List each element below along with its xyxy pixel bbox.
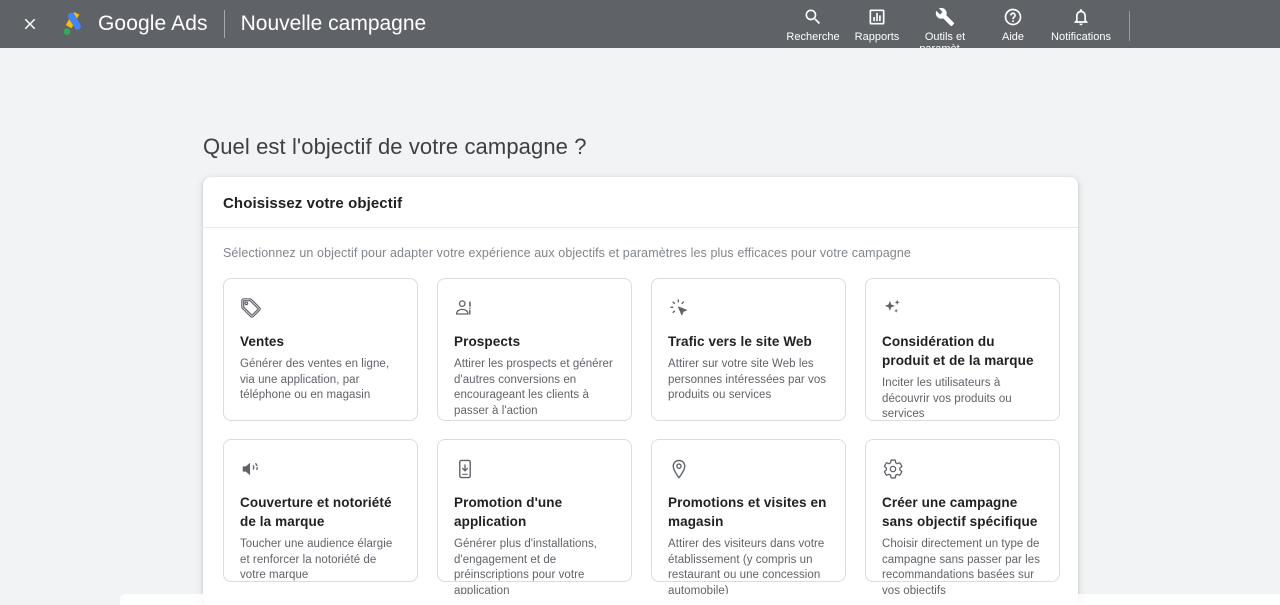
objective-card-description: Inciter les utilisateurs à découvrir vos…: [882, 377, 1012, 420]
bar-chart-icon: [867, 6, 887, 28]
objective-card-description: Générer plus d'installations, d'engageme…: [454, 538, 597, 597]
objective-card-leads[interactable]: Prospects Attirer les prospects et génér…: [437, 278, 632, 421]
app-bar-left: Google Ads Nouvelle campagne: [0, 6, 426, 42]
objective-card-title: Créer une campagne sans objectif spécifi…: [882, 495, 1038, 529]
choose-objective-panel: Choisissez votre objectif Sélectionnez u…: [203, 177, 1078, 605]
objective-card-description: Attirer des visiteurs dans votre établis…: [668, 538, 825, 597]
objective-card-store-visits[interactable]: Promotions et visites en magasin Attirer…: [651, 439, 846, 597]
objective-card-title: Ventes: [240, 334, 285, 349]
objective-card-description: Générer des ventes en ligne, via une app…: [240, 358, 390, 401]
gear-icon: [883, 459, 903, 479]
reports-action-label: Rapports: [854, 31, 900, 43]
wrench-icon: [935, 6, 955, 28]
notifications-action[interactable]: Notifications: [1045, 3, 1117, 43]
close-icon: [24, 18, 36, 30]
objective-card-description: Attirer sur votre site Web les personnes…: [668, 358, 827, 401]
objective-card-sales[interactable]: Ventes Générer des ventes en ligne, via …: [223, 278, 418, 421]
objective-card-brand-awareness-reach[interactable]: Couverture et notoriété de la marque Tou…: [223, 439, 418, 582]
objective-card-description: Choisir directement un type de campagne …: [882, 538, 1041, 597]
appbar-divider: [223, 10, 225, 38]
page-content: Quel est l'objectif de votre campagne ? …: [0, 48, 1280, 605]
objective-card-app-promotion[interactable]: Promotion d'une application Générer plus…: [437, 439, 632, 597]
reports-action[interactable]: Rapports: [845, 3, 909, 43]
objective-card-title: Promotions et visites en magasin: [668, 495, 827, 529]
sparkle-stars-icon: [884, 299, 900, 313]
page-title: Nouvelle campagne: [240, 12, 427, 35]
panel-title: Choisissez votre objectif: [223, 195, 403, 212]
speaker-megaphone-icon: [242, 462, 258, 476]
help-action-label: Aide: [1001, 31, 1025, 43]
phone-download-icon: [459, 459, 471, 479]
objective-card-no-specific-goal[interactable]: Créer une campagne sans objectif spécifi…: [865, 439, 1060, 597]
objective-card-title: Promotion d'une application: [454, 495, 563, 529]
close-button[interactable]: [12, 6, 48, 42]
map-pin-icon: [672, 459, 686, 479]
ad-click-cursor-icon: [670, 299, 687, 316]
help-circle-icon: [1003, 6, 1023, 28]
appbar-right-divider: [1129, 11, 1130, 41]
search-action[interactable]: Recherche: [781, 3, 845, 43]
app-bar: Google Ads Nouvelle campagne Recherche R…: [0, 0, 1280, 55]
objective-question-heading: Quel est l'objectif de votre campagne ?: [203, 134, 587, 159]
objective-card-website-traffic[interactable]: Trafic vers le site Web Attirer sur votr…: [651, 278, 846, 421]
bottom-sheet-strip: [120, 594, 1280, 605]
brand-label: Google Ads: [98, 12, 208, 35]
search-icon: [803, 6, 823, 28]
help-action[interactable]: Aide: [981, 3, 1045, 43]
objective-card-description: Toucher une audience élargie et renforce…: [240, 538, 393, 581]
objective-card-title: Trafic vers le site Web: [668, 334, 812, 349]
search-action-label: Recherche: [786, 31, 840, 43]
panel-subtitle: Sélectionnez un objectif pour adapter vo…: [223, 246, 911, 260]
objective-card-description: Attirer les prospects et générer d'autre…: [454, 358, 613, 417]
objective-card-title: Considération du produit et de la marque: [882, 334, 1034, 368]
panel-header: Choisissez votre objectif: [203, 177, 1078, 228]
objective-grid: Ventes Générer des ventes en ligne, via …: [203, 260, 1078, 605]
tag-icon: [241, 298, 261, 318]
objective-card-product-brand-consideration[interactable]: Considération du produit et de la marque…: [865, 278, 1060, 421]
bell-icon: [1071, 6, 1091, 28]
objective-card-title: Prospects: [454, 334, 521, 349]
app-bar-actions: Recherche Rapports Outils et paramèt…: [781, 0, 1280, 55]
objective-card-title: Couverture et notoriété de la marque: [240, 495, 392, 529]
brand-title[interactable]: Google Ads: [98, 12, 208, 36]
leads-people-icon: [455, 300, 471, 315]
notifications-action-label: Notifications: [1051, 31, 1111, 43]
google-ads-logo-icon[interactable]: [58, 9, 88, 39]
